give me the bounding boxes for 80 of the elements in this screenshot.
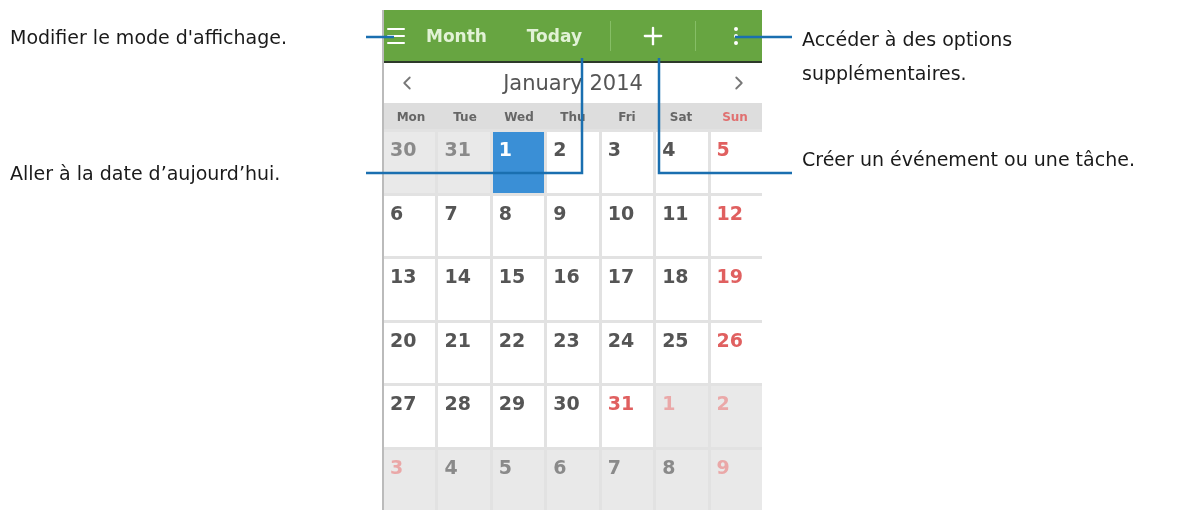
day-number: 1 <box>662 392 676 414</box>
day-number: 22 <box>498 328 526 351</box>
day-number: 26 <box>716 328 743 351</box>
day-cell[interactable]: 24 <box>601 322 654 383</box>
day-cell[interactable]: 2 <box>547 132 599 193</box>
weekday-label: Mon <box>395 108 427 126</box>
day-number: 17 <box>607 265 635 287</box>
weekday-label: Fri <box>617 108 637 126</box>
day-number: 7 <box>444 201 458 224</box>
day-cell[interactable]: 10 <box>601 195 654 256</box>
day-number: 14 <box>444 265 471 287</box>
day-number: 12 <box>716 201 743 224</box>
day-number: 4 <box>444 455 458 478</box>
day-number: 30 <box>390 138 417 160</box>
day-cell[interactable]: 13 <box>384 259 436 320</box>
day-number: 13 <box>390 265 417 287</box>
day-number: 4 <box>662 138 676 160</box>
day-cell[interactable]: 20 <box>384 322 436 383</box>
day-number: 21 <box>444 328 471 351</box>
day-number: 7 <box>607 455 621 478</box>
day-number: 11 <box>662 201 689 224</box>
day-cell[interactable]: 15 <box>492 259 545 320</box>
day-number: 9 <box>553 201 567 224</box>
day-cell[interactable]: 27 <box>384 386 436 447</box>
day-cell[interactable]: 25 <box>656 322 708 383</box>
day-cell[interactable]: 16 <box>547 259 599 320</box>
day-cell[interactable]: 4 <box>656 132 708 193</box>
leader-line <box>366 35 394 39</box>
day-number: 2 <box>553 138 567 160</box>
day-cell[interactable]: 9 <box>547 195 599 256</box>
day-number: 29 <box>498 392 526 414</box>
day-number: 10 <box>607 201 635 224</box>
weekday-label: Sun <box>721 108 749 126</box>
day-number: 2 <box>716 392 730 414</box>
day-number: 23 <box>553 328 580 351</box>
day-cell[interactable]: 18 <box>656 259 708 320</box>
day-number: 1 <box>498 138 513 160</box>
day-number: 27 <box>390 392 417 414</box>
weekday-label: Wed <box>503 108 535 126</box>
day-number: 3 <box>390 455 404 478</box>
day-number: 30 <box>553 392 580 414</box>
day-number: 8 <box>498 201 513 224</box>
month-title: January 2014 <box>503 71 643 95</box>
callout-text: Aller à la date d’aujourd’hui. <box>10 161 281 186</box>
day-cell[interactable]: 22 <box>492 322 545 383</box>
weekday-label: Tue <box>452 108 478 126</box>
day-number: 25 <box>662 328 689 351</box>
day-number: 8 <box>662 455 676 478</box>
day-number: 16 <box>553 265 580 287</box>
day-number: 3 <box>607 138 621 160</box>
day-number: 9 <box>716 455 730 478</box>
day-number: 24 <box>607 328 635 351</box>
day-number: 18 <box>662 265 689 287</box>
day-number: 5 <box>498 455 513 478</box>
day-cell[interactable]: 3 <box>601 132 654 193</box>
callout-text: Créer un événement ou une tâche. <box>802 147 1135 172</box>
leader-line <box>735 35 792 39</box>
day-cell[interactable]: 23 <box>547 322 599 383</box>
day-cell[interactable]: 29 <box>492 386 545 447</box>
day-number: 31 <box>607 392 635 414</box>
day-cell[interactable]: 7 <box>438 195 490 256</box>
callout-text: Modifier le mode d'affichage. <box>10 25 287 50</box>
day-cell[interactable]: 6 <box>384 195 436 256</box>
day-number: 6 <box>553 455 567 478</box>
day-cell[interactable]: 28 <box>438 386 490 447</box>
day-number: 28 <box>444 392 471 414</box>
day-number: 20 <box>390 328 417 351</box>
callout-text: Accéder à des options supplémentaires. <box>802 27 1014 86</box>
day-number: 19 <box>716 265 743 287</box>
day-cell[interactable]: 14 <box>438 259 490 320</box>
day-cell[interactable]: 17 <box>601 259 654 320</box>
day-cell[interactable]: 8 <box>492 195 545 256</box>
day-number: 6 <box>390 201 404 224</box>
day-number: 5 <box>716 138 730 160</box>
day-cell[interactable]: 11 <box>656 195 708 256</box>
day-cell[interactable]: 30 <box>547 386 599 447</box>
weekday-label: Sat <box>668 108 694 126</box>
day-cell[interactable]: 21 <box>438 322 490 383</box>
day-number: 31 <box>444 138 471 160</box>
day-number: 15 <box>498 265 526 287</box>
